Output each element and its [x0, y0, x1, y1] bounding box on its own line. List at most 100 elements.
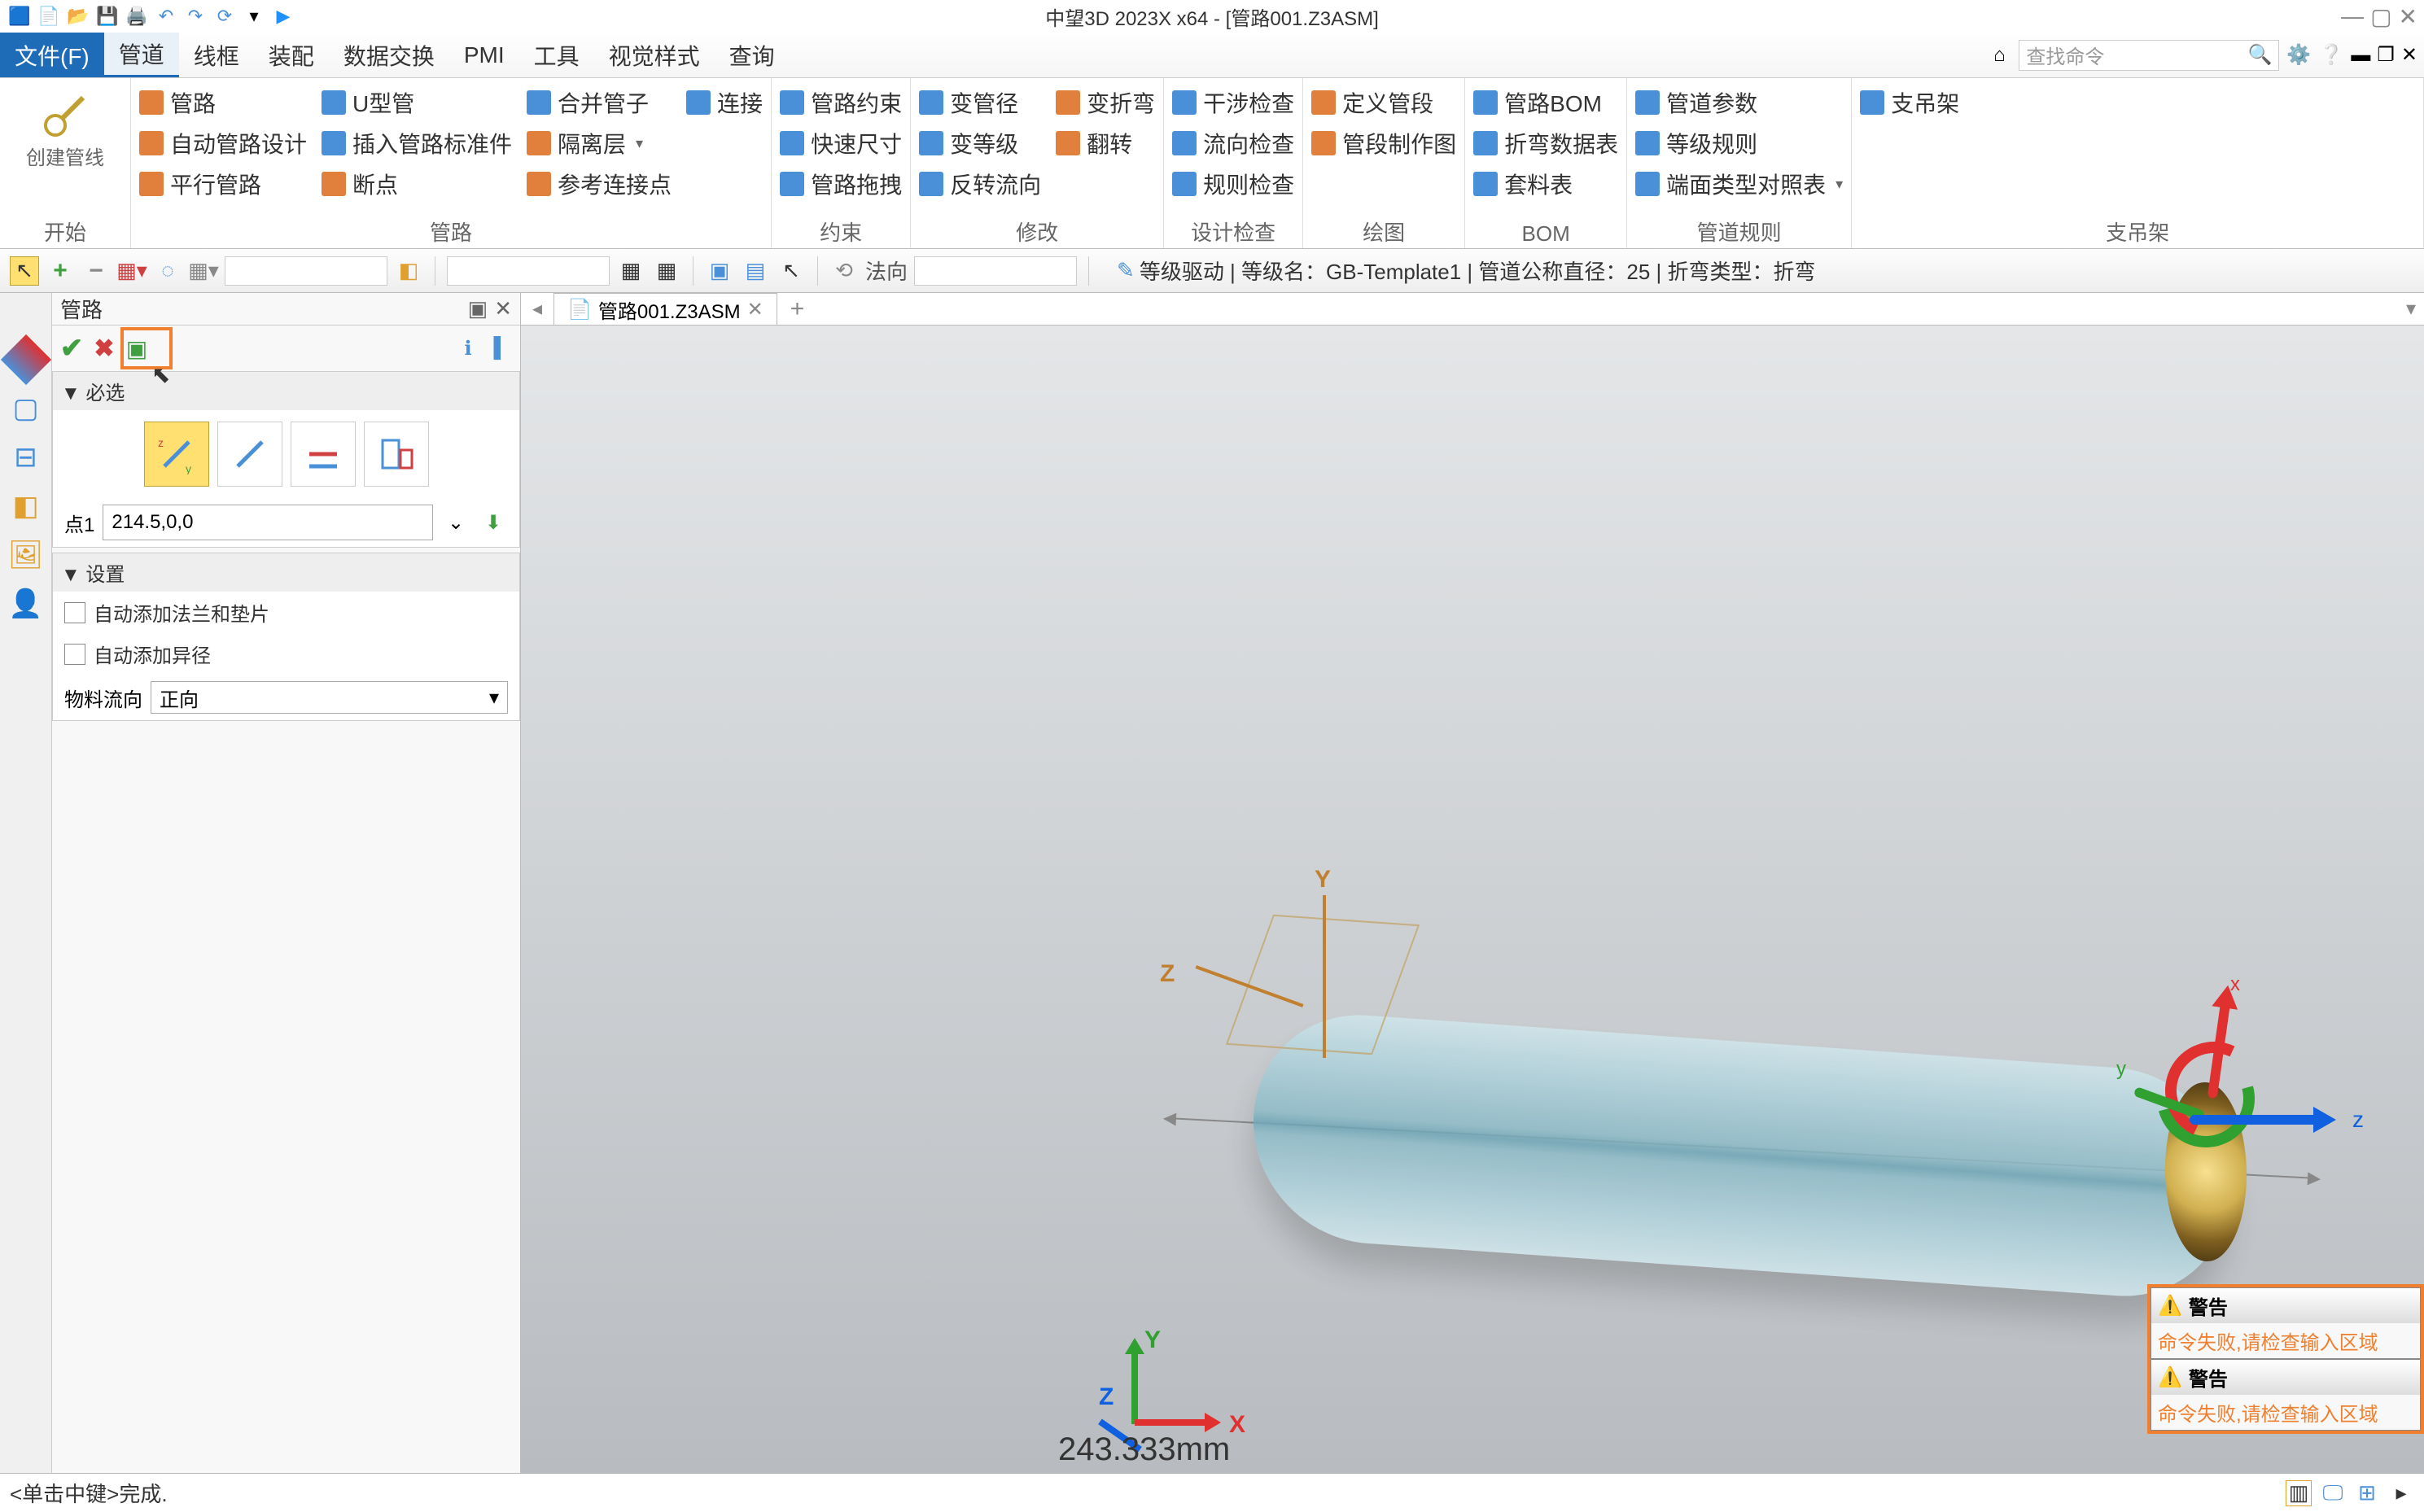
point-pick-icon[interactable]: ⬇: [479, 508, 508, 537]
wand-icon[interactable]: [0, 334, 50, 385]
define-segment-button[interactable]: 定义管段: [1311, 86, 1456, 119]
route-drag-button[interactable]: 管路拖拽: [780, 168, 902, 200]
insert-std-button[interactable]: 插入管路标准件: [322, 127, 512, 160]
tab-tools[interactable]: 工具: [519, 33, 594, 77]
snap-icon[interactable]: ▦▾: [117, 256, 147, 286]
utube-button[interactable]: U型管: [322, 86, 512, 119]
undo-icon[interactable]: ↶: [153, 3, 179, 29]
checkbox-icon[interactable]: [64, 602, 85, 623]
change-spec-button[interactable]: 变等级: [919, 127, 1041, 160]
open-icon[interactable]: 📂: [65, 3, 91, 29]
toggle-panel-icon[interactable]: ▌: [488, 335, 514, 361]
breakpoint-button[interactable]: 断点: [322, 168, 512, 200]
pipe-bom-button[interactable]: 管路BOM: [1473, 86, 1618, 119]
help-icon[interactable]: ❔: [2318, 42, 2344, 68]
route-button[interactable]: 管路: [139, 86, 307, 119]
nesting-button[interactable]: 套料表: [1473, 168, 1618, 200]
merge-pipe-button[interactable]: 合并管子: [527, 86, 672, 119]
parallel-route-button[interactable]: 平行管路: [139, 168, 307, 200]
doc-minimize-icon[interactable]: ▬: [2351, 44, 2370, 67]
tab-dataexchange[interactable]: 数据交换: [329, 33, 449, 77]
panel-restore-icon[interactable]: ▣: [468, 296, 488, 321]
flow-direction-select[interactable]: 正向 ▾: [151, 681, 508, 714]
panel-close-icon[interactable]: ✕: [494, 296, 512, 321]
save-icon[interactable]: 💾: [94, 3, 120, 29]
connect-button[interactable]: 连接: [686, 86, 763, 119]
info-icon[interactable]: ℹ: [455, 335, 481, 361]
tab-wireframe[interactable]: 线框: [179, 33, 254, 77]
tab-expand-icon[interactable]: ▾: [2398, 297, 2424, 321]
point-dropdown-icon[interactable]: ⌄: [441, 508, 470, 537]
person-icon[interactable]: 👤: [8, 586, 44, 622]
maximize-icon[interactable]: ▢: [2370, 3, 2391, 30]
sb-view3-icon[interactable]: ⊞: [2354, 1480, 2380, 1506]
align2-icon[interactable]: ▤: [741, 256, 770, 286]
flip-button[interactable]: 翻转: [1056, 127, 1155, 160]
tab-visual[interactable]: 视觉样式: [594, 33, 715, 77]
image-icon[interactable]: 🖼: [8, 537, 44, 573]
box3d-icon[interactable]: ◧: [8, 488, 44, 524]
tab-assembly[interactable]: 装配: [254, 33, 329, 77]
tab-prev-icon[interactable]: ◂: [521, 297, 553, 321]
change-bend-button[interactable]: 变折弯: [1056, 86, 1155, 119]
sb-view1-icon[interactable]: ▥: [2286, 1480, 2312, 1506]
search-input[interactable]: 查找命令 🔍: [2019, 40, 2279, 71]
plus-icon[interactable]: +: [46, 256, 75, 286]
apply-icon[interactable]: ▣: [124, 335, 150, 361]
document-tab[interactable]: 📄 管路001.Z3ASM ✕: [553, 293, 777, 325]
home-icon[interactable]: ⌂: [1986, 42, 2012, 68]
insulation-button[interactable]: 隔离层▾: [527, 127, 672, 160]
tab-inquire[interactable]: 查询: [715, 33, 790, 77]
tab-close-icon[interactable]: ✕: [747, 298, 764, 321]
direction-select[interactable]: [914, 256, 1077, 286]
rule-check-button[interactable]: 规则检查: [1172, 168, 1294, 200]
dropdown-icon[interactable]: ▾: [241, 3, 267, 29]
interference-button[interactable]: 干涉检查: [1172, 86, 1294, 119]
section-required-header[interactable]: ▼ 必选: [53, 372, 519, 410]
quick-dim-button[interactable]: 快速尺寸: [780, 127, 902, 160]
tab-pipe[interactable]: 管道: [104, 33, 179, 77]
point1-input[interactable]: 214.5,0,0: [103, 505, 433, 540]
segment-draw-button[interactable]: 管段制作图: [1311, 127, 1456, 160]
gear-icon[interactable]: ⚙️: [2286, 42, 2312, 68]
change-diameter-button[interactable]: 变管径: [919, 86, 1041, 119]
tree-icon[interactable]: ⊟: [8, 439, 44, 475]
select-mode-icon[interactable]: ◌: [153, 256, 182, 286]
method-axis-icon[interactable]: [217, 422, 282, 487]
filter-select-2[interactable]: [447, 256, 610, 286]
redo-icon[interactable]: ↷: [182, 3, 208, 29]
method-ref-icon[interactable]: [364, 422, 429, 487]
ref-connect-button[interactable]: 参考连接点: [527, 168, 672, 200]
close-icon[interactable]: ✕: [2399, 3, 2417, 30]
cube-icon[interactable]: ▢: [8, 391, 44, 426]
cancel-icon[interactable]: ✖: [91, 335, 117, 361]
sb-expand-icon[interactable]: ▸: [2388, 1480, 2414, 1506]
grid-icon[interactable]: ▦: [616, 256, 645, 286]
checkbox-icon[interactable]: [64, 644, 85, 665]
method-xyz-icon[interactable]: zy: [144, 422, 209, 487]
cursor-icon[interactable]: ↖: [10, 256, 39, 286]
route-constraint-button[interactable]: 管路约束: [780, 86, 902, 119]
method-edge-icon[interactable]: [291, 422, 356, 487]
endtype-table-button[interactable]: 端面类型对照表▾: [1635, 168, 1843, 200]
tab-add-icon[interactable]: +: [777, 295, 818, 323]
doc-maximize-icon[interactable]: ❐: [2377, 43, 2395, 67]
filter-select[interactable]: [225, 256, 387, 286]
spec-rules-button[interactable]: 等级规则: [1635, 127, 1843, 160]
play-icon[interactable]: ▶: [270, 3, 296, 29]
triad-z-arrow[interactable]: [2190, 1115, 2320, 1125]
pointer-icon[interactable]: ↖: [777, 256, 806, 286]
hanger-button[interactable]: 支吊架: [1860, 86, 1959, 119]
pipe-params-button[interactable]: 管道参数: [1635, 86, 1843, 119]
bend-table-button[interactable]: 折弯数据表: [1473, 127, 1618, 160]
minus-icon[interactable]: −: [81, 256, 111, 286]
filter-icon[interactable]: ▦▾: [189, 256, 218, 286]
section-settings-header[interactable]: ▼ 设置: [53, 553, 519, 592]
3d-canvas[interactable]: Y Z x y z Y: [521, 326, 2424, 1473]
flow-check-button[interactable]: 流向检查: [1172, 127, 1294, 160]
grid2-icon[interactable]: ▦: [652, 256, 681, 286]
print-icon[interactable]: 🖨️: [124, 3, 150, 29]
rebuild-icon[interactable]: ⟳: [212, 3, 238, 29]
doc-close-icon[interactable]: ✕: [2401, 43, 2417, 67]
auto-flange-row[interactable]: 自动添加法兰和垫片: [53, 592, 519, 633]
